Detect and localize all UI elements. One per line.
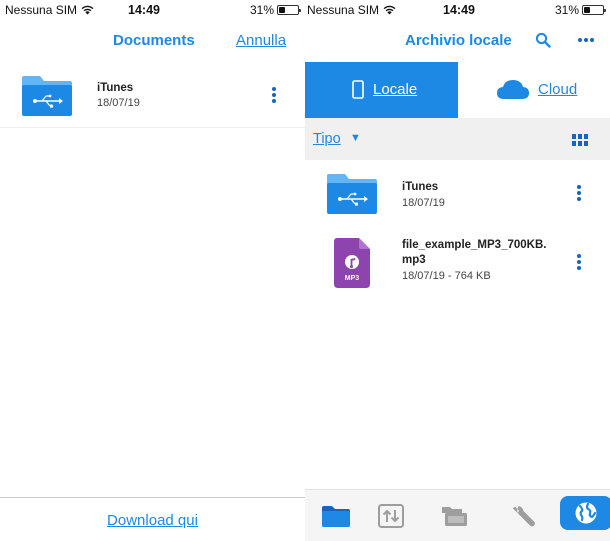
carrier-text: Nessuna SIM bbox=[5, 3, 78, 17]
battery-percent: 31% bbox=[249, 3, 274, 17]
item-date: 18/07/19 bbox=[97, 97, 140, 109]
globe-icon bbox=[575, 502, 597, 524]
segment-label: Cloud bbox=[538, 81, 578, 98]
list-item[interactable]: MP3 file_example_MP3_700KB. mp3 18/07/19… bbox=[305, 230, 610, 296]
footer-bar: Download qui bbox=[0, 497, 305, 541]
filter-bar: Tipo ▼ bbox=[305, 118, 610, 160]
carrier-label: Nessuna SIM bbox=[307, 3, 396, 17]
list-item[interactable]: iTunes 18/07/19 bbox=[305, 162, 610, 224]
usb-folder-icon bbox=[327, 174, 377, 214]
documents-picker-pane: Nessuna SIM 14:49 31% Documents Annulla … bbox=[0, 0, 305, 541]
segment-locale[interactable]: Locale bbox=[305, 62, 458, 118]
caret-down-icon[interactable]: ▼ bbox=[350, 132, 361, 144]
list-item[interactable]: iTunes 18/07/19 bbox=[0, 62, 305, 128]
wrench-icon[interactable] bbox=[510, 502, 540, 530]
phone-icon bbox=[352, 80, 364, 99]
usb-folder-icon bbox=[22, 76, 72, 116]
web-tab-button[interactable] bbox=[560, 496, 610, 530]
battery-indicator: 31% bbox=[249, 3, 301, 17]
item-name-continued: mp3 bbox=[402, 254, 426, 266]
battery-icon bbox=[582, 5, 606, 15]
clock: 14:49 bbox=[443, 3, 475, 17]
mp3-file-icon: MP3 bbox=[334, 238, 370, 288]
bottom-tab-bar bbox=[305, 489, 610, 541]
wifi-icon bbox=[383, 5, 396, 15]
sort-type-button[interactable]: Tipo bbox=[313, 131, 341, 147]
mp3-badge: MP3 bbox=[345, 275, 360, 282]
status-bar: Nessuna SIM 14:49 31% bbox=[0, 0, 305, 20]
item-date: 18/07/19 bbox=[402, 197, 445, 209]
nav-title: Archivio locale bbox=[405, 32, 512, 49]
grid-view-icon[interactable] bbox=[572, 134, 588, 146]
battery-icon bbox=[277, 5, 301, 15]
clock: 14:49 bbox=[128, 3, 160, 17]
item-date-size: 18/07/19 - 764 KB bbox=[402, 270, 491, 282]
cancel-button[interactable]: Annulla bbox=[236, 32, 286, 49]
nav-bar: Archivio locale bbox=[305, 20, 610, 62]
status-bar: Nessuna SIM 14:49 31% bbox=[305, 0, 610, 20]
carrier-label: Nessuna SIM bbox=[5, 3, 94, 17]
wifi-icon bbox=[81, 5, 94, 15]
download-here-button[interactable]: Download qui bbox=[0, 512, 305, 529]
battery-percent: 31% bbox=[554, 3, 579, 17]
carrier-text: Nessuna SIM bbox=[307, 3, 380, 17]
battery-indicator: 31% bbox=[554, 3, 606, 17]
nav-bar: Documents Annulla bbox=[0, 20, 305, 62]
segment-label: Locale bbox=[373, 81, 418, 98]
folder-icon[interactable] bbox=[321, 502, 351, 530]
item-name: file_example_MP3_700KB. bbox=[402, 239, 547, 251]
cloud-icon bbox=[497, 80, 529, 99]
source-segmented-control: Locale Cloud bbox=[305, 62, 610, 118]
local-archive-pane: Nessuna SIM 14:49 31% Archivio locale Lo… bbox=[305, 0, 610, 541]
item-name: iTunes bbox=[402, 181, 439, 193]
more-options-icon[interactable] bbox=[569, 252, 589, 276]
nav-title: Documents bbox=[113, 32, 195, 49]
folders-icon[interactable] bbox=[440, 502, 470, 530]
transfer-icon[interactable] bbox=[377, 502, 407, 530]
more-options-icon[interactable] bbox=[569, 183, 589, 207]
more-options-icon[interactable] bbox=[264, 85, 284, 109]
more-icon[interactable] bbox=[577, 37, 595, 43]
item-name: iTunes bbox=[97, 82, 134, 94]
search-icon[interactable] bbox=[535, 32, 551, 48]
segment-cloud[interactable]: Cloud bbox=[458, 62, 610, 118]
